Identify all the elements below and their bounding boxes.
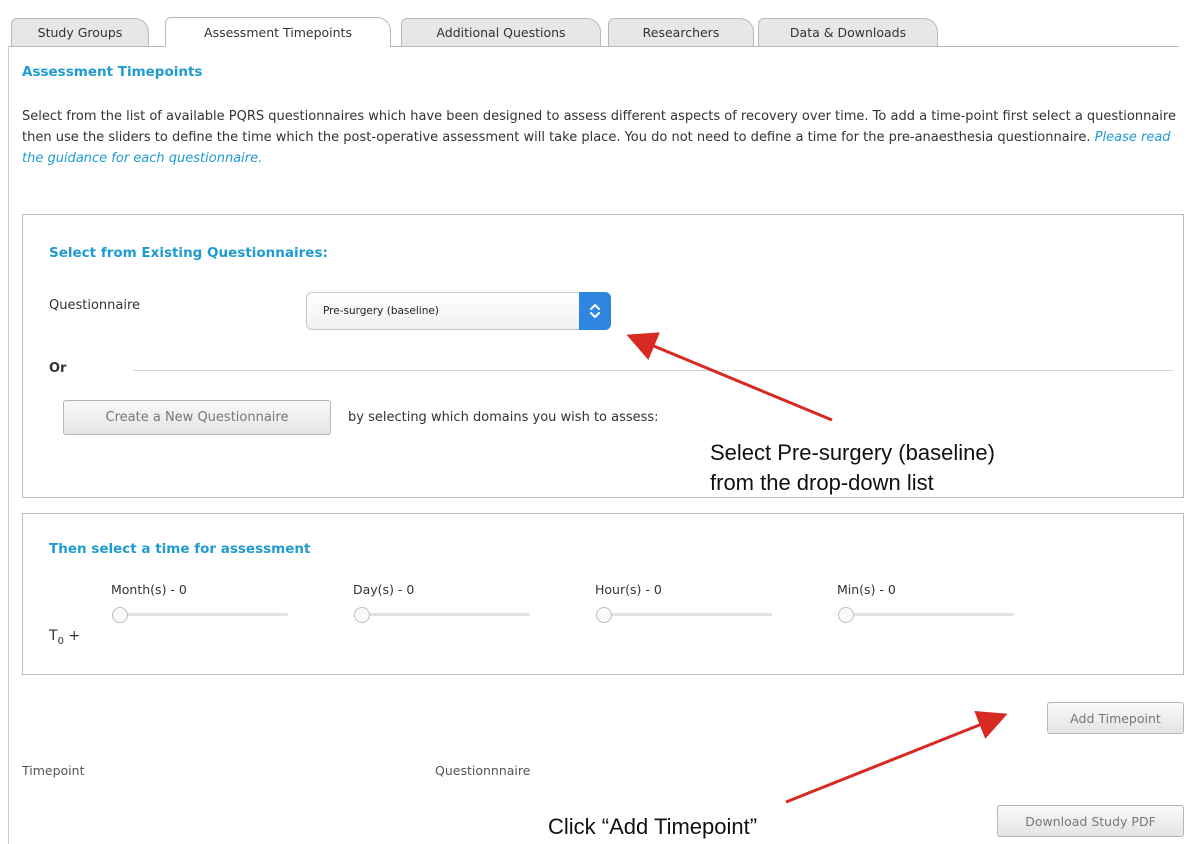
questionnaire-select-panel: Select from Existing Questionnaires: Que…: [22, 214, 1184, 498]
select-instruction-line1: Select Pre-surgery (baseline): [710, 440, 995, 465]
select-instruction-line2: from the drop-down list: [710, 470, 934, 495]
months-slider-label: Month(s) - 0: [111, 582, 187, 597]
questionnaire-column-header: Questionnnaire: [435, 763, 531, 778]
t0-plus: +: [63, 628, 81, 644]
tab-label: Data & Downloads: [789, 25, 907, 40]
tab-additional-questions[interactable]: Additional Questions: [401, 18, 601, 46]
months-slider[interactable]: [118, 613, 288, 616]
select-instruction-annotation: Select Pre-surgery (baseline) from the d…: [710, 438, 995, 498]
intro-text: Select from the list of available PQRS q…: [22, 109, 1176, 145]
create-questionnaire-hint: by selecting which domains you wish to a…: [348, 410, 659, 425]
days-slider-handle[interactable]: [354, 607, 370, 623]
timepoint-column-header: Timepoint: [22, 763, 85, 778]
tab-label: Researchers: [642, 25, 720, 40]
tab-label: Study Groups: [37, 25, 123, 40]
tab-data-downloads[interactable]: Data & Downloads: [758, 18, 938, 46]
questionnaire-select-value: Pre-surgery (baseline): [323, 305, 439, 317]
questionnaire-select[interactable]: Pre-surgery (baseline): [306, 292, 611, 330]
select-panel-title: Select from Existing Questionnaires:: [49, 245, 328, 261]
months-slider-handle[interactable]: [112, 607, 128, 623]
minutes-slider-label: Min(s) - 0: [837, 582, 896, 597]
tab-researchers[interactable]: Researchers: [608, 18, 754, 46]
t0-letter: T: [49, 628, 58, 644]
hours-slider-label: Hour(s) - 0: [595, 582, 662, 597]
tab-bar: Study Groups Assessment Timepoints Addit…: [8, 8, 1187, 47]
days-slider-label: Day(s) - 0: [353, 582, 415, 597]
click-instruction-annotation: Click “Add Timepoint”: [548, 814, 758, 839]
page-title: Assessment Timepoints: [22, 64, 203, 80]
or-label: Or: [49, 361, 67, 376]
hours-slider[interactable]: [602, 613, 772, 616]
tab-label: Additional Questions: [436, 25, 566, 40]
create-questionnaire-button[interactable]: Create a New Questionnaire: [63, 400, 331, 435]
up-down-chevron-icon[interactable]: [579, 292, 611, 330]
tab-assessment-timepoints[interactable]: Assessment Timepoints: [165, 17, 391, 47]
t0-label: T0 +: [49, 628, 80, 647]
minutes-slider-handle[interactable]: [838, 607, 854, 623]
hours-slider-handle[interactable]: [596, 607, 612, 623]
download-study-pdf-button[interactable]: Download Study PDF: [997, 805, 1184, 837]
days-slider[interactable]: [360, 613, 530, 616]
tab-study-groups[interactable]: Study Groups: [11, 18, 149, 46]
add-timepoint-button[interactable]: Add Timepoint: [1047, 702, 1184, 734]
time-panel-title: Then select a time for assessment: [49, 541, 311, 557]
intro-paragraph: Select from the list of available PQRS q…: [22, 106, 1182, 169]
assessment-time-panel: Then select a time for assessment Month(…: [22, 513, 1184, 675]
or-divider: [133, 370, 1173, 371]
minutes-slider[interactable]: [844, 613, 1014, 616]
tab-label: Assessment Timepoints: [204, 25, 352, 40]
questionnaire-label: Questionnaire: [49, 298, 141, 313]
